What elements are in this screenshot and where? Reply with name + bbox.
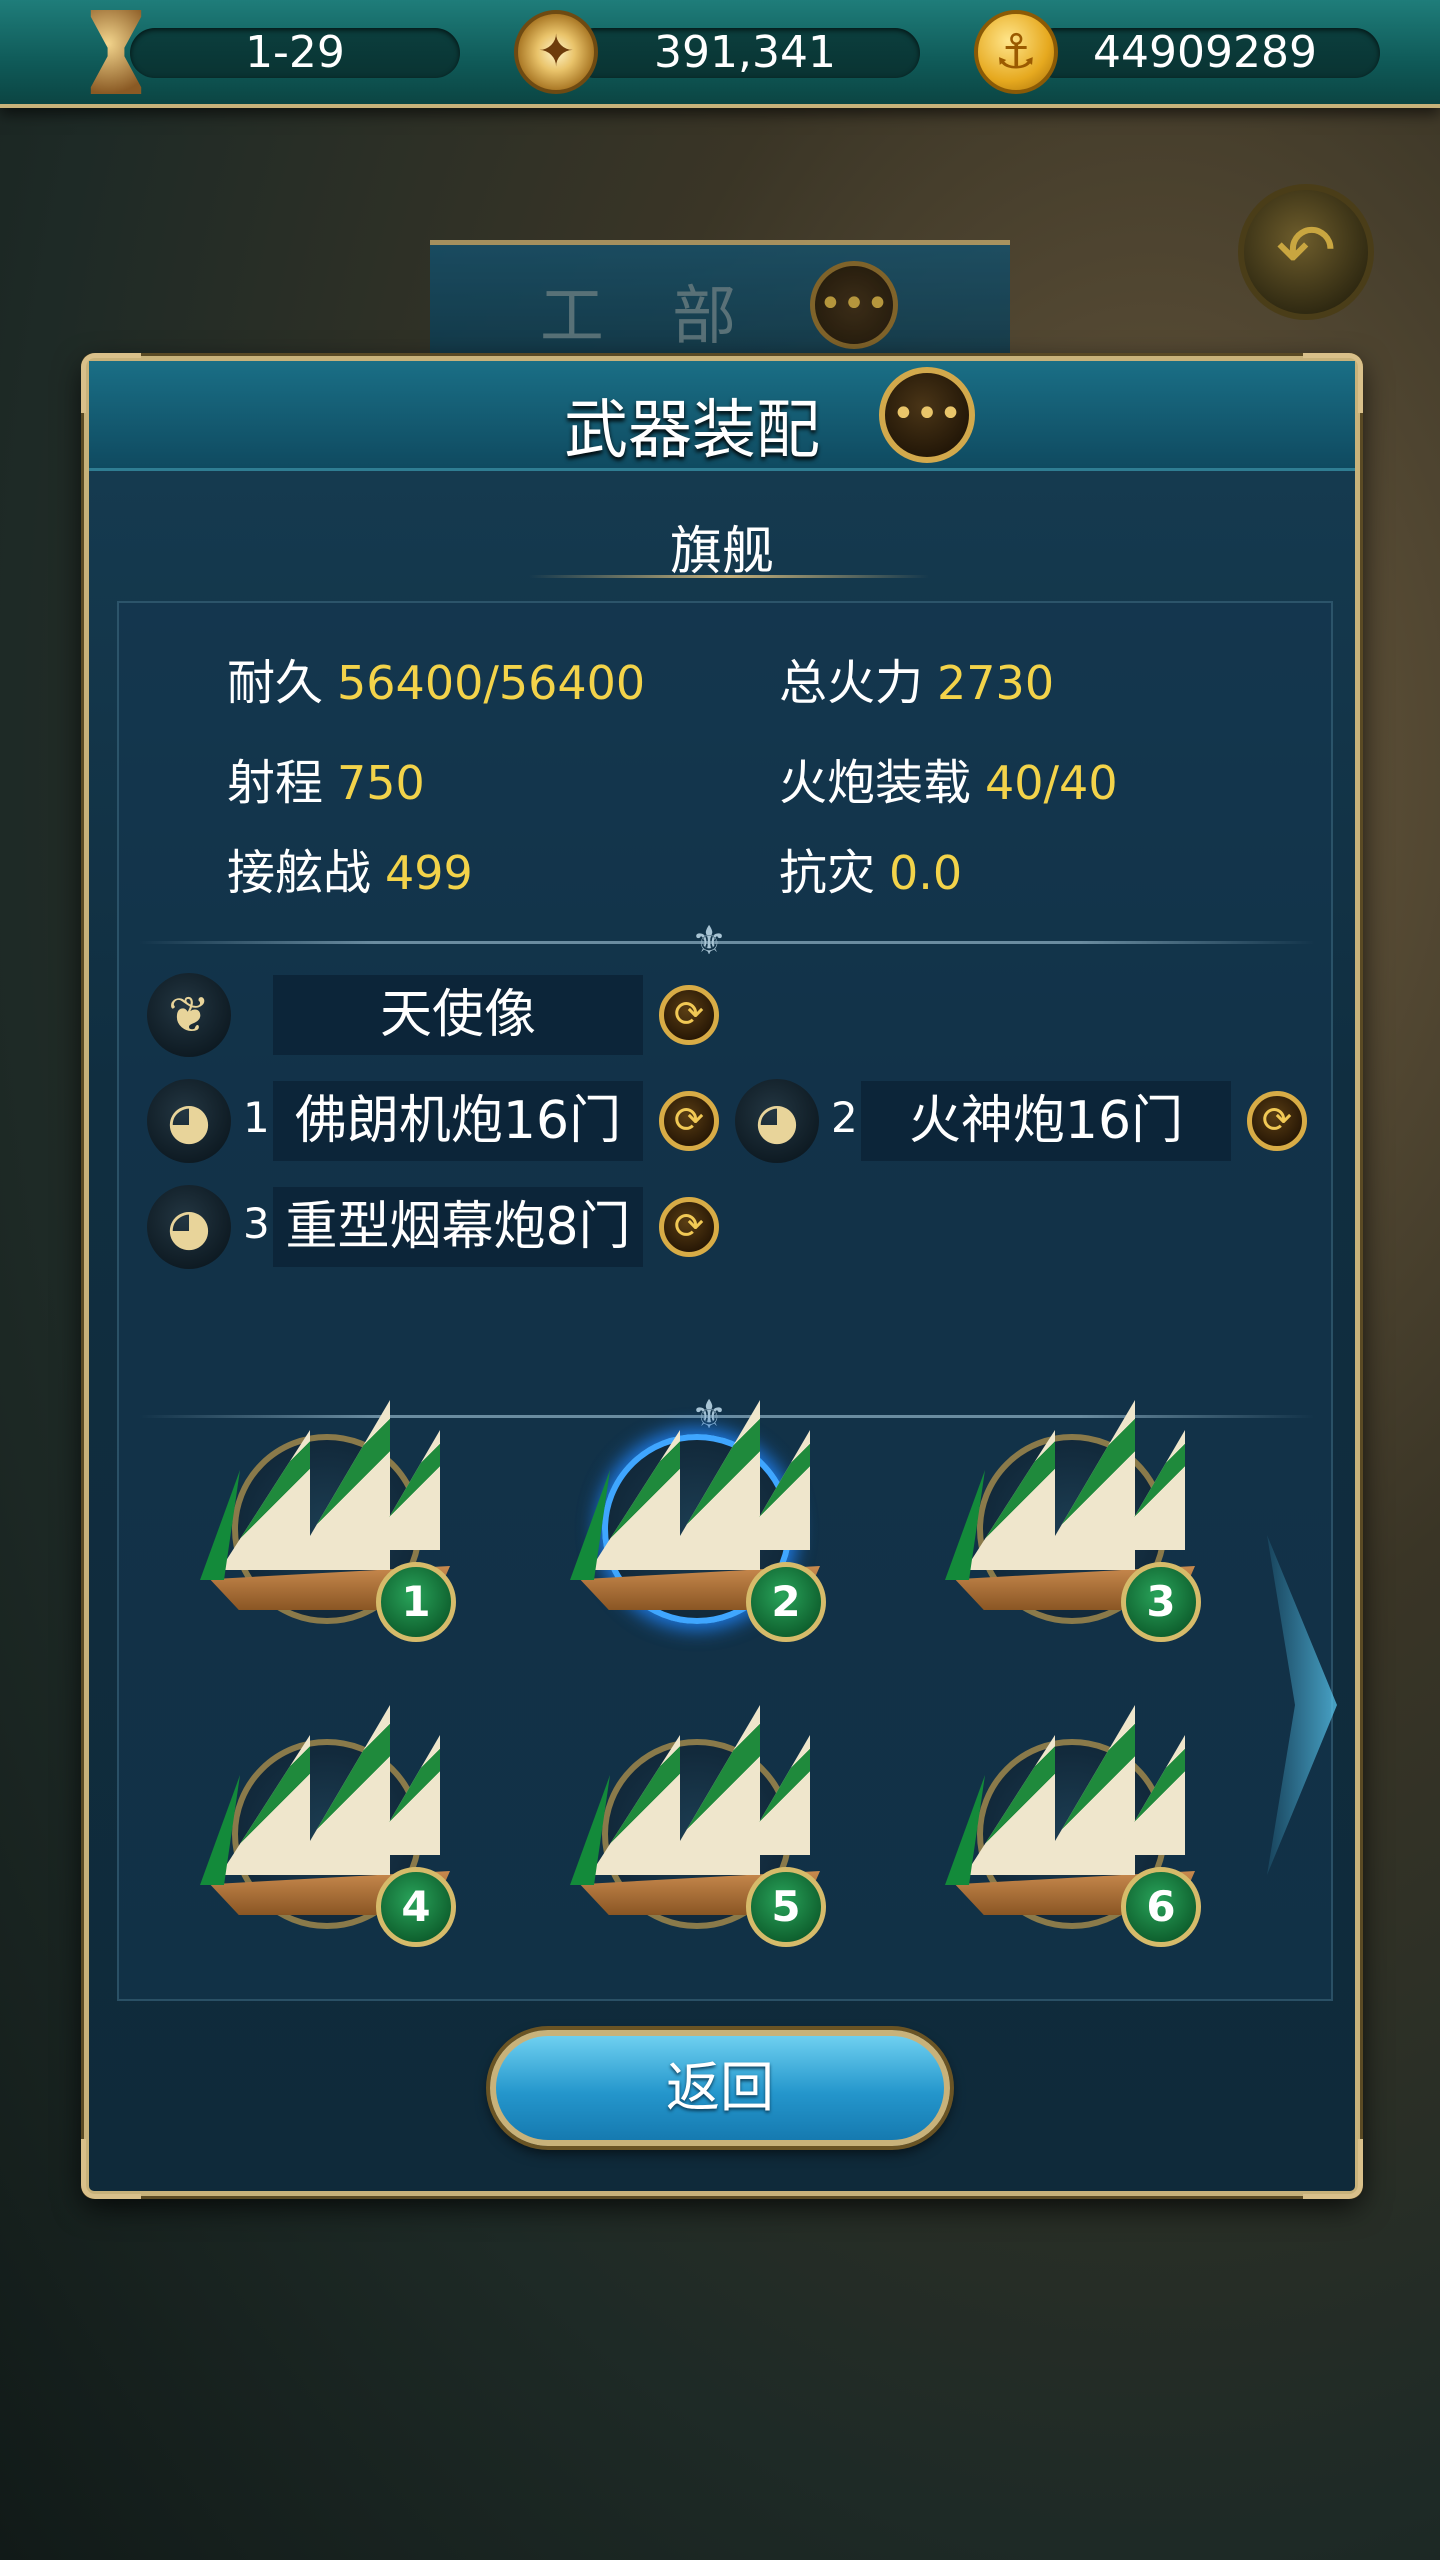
- cannon-slot-3[interactable]: 重型烟幕炮8门: [273, 1187, 643, 1267]
- back-arrow-icon[interactable]: ↶: [1238, 184, 1374, 320]
- corner-ornament: [81, 2139, 141, 2199]
- department-banner: 工 部 •••: [430, 240, 1010, 360]
- stat-range: 射程 750: [227, 743, 425, 813]
- stat-value: 56400/56400: [337, 656, 646, 710]
- ship-number-badge: 4: [376, 1867, 456, 1947]
- swap-cannon-3-button[interactable]: ⟳: [659, 1197, 719, 1257]
- figurehead-slot[interactable]: 天使像: [273, 975, 643, 1055]
- cannon-icon: ◕: [735, 1079, 819, 1163]
- ship-slot-4[interactable]: 4: [180, 1695, 480, 1955]
- compass-value: 391,341: [570, 28, 920, 78]
- corner-ornament: [1303, 2139, 1363, 2199]
- ship-slot-5[interactable]: 5: [550, 1695, 850, 1955]
- cannon-icon: ◕: [147, 1079, 231, 1163]
- stat-label: 接舷战: [227, 845, 372, 901]
- panel-title: 武器装配: [564, 394, 820, 468]
- stat-durability: 耐久 56400/56400: [227, 643, 645, 713]
- cannon-slot-1[interactable]: 佛朗机炮16门: [273, 1081, 643, 1161]
- ship-slot-3[interactable]: 3: [925, 1390, 1225, 1650]
- ship-slot-6[interactable]: 6: [925, 1695, 1225, 1955]
- stat-value: 40/40: [985, 756, 1118, 810]
- date-resource: 1-29: [70, 10, 470, 94]
- department-chat-icon[interactable]: •••: [810, 261, 898, 349]
- swap-cannon-1-button[interactable]: ⟳: [659, 1091, 719, 1151]
- stat-value: 750: [337, 756, 425, 810]
- stat-label: 抗灾: [779, 845, 876, 901]
- stat-value: 2730: [937, 656, 1055, 710]
- stat-label: 耐久: [227, 655, 324, 711]
- stat-disaster-resist: 抗灾 0.0: [779, 833, 962, 903]
- stat-value: 499: [385, 846, 473, 900]
- resource-bar: 1-29 391,341 ✦ 44909289 ⚓: [0, 0, 1440, 108]
- ship-number-badge: 1: [376, 1562, 456, 1642]
- stat-firepower: 总火力 2730: [779, 643, 1054, 713]
- date-value: 1-29: [130, 28, 460, 78]
- swap-figurehead-button[interactable]: ⟳: [659, 985, 719, 1045]
- subtitle-underline: [529, 575, 929, 578]
- stat-boarding: 接舷战 499: [227, 833, 473, 903]
- ship-number-badge: 3: [1121, 1562, 1201, 1642]
- chat-bubble-icon[interactable]: •••: [879, 367, 975, 463]
- ship-number-badge: 2: [746, 1562, 826, 1642]
- gold-coin-icon: ⚓: [974, 10, 1058, 94]
- cannon-slot-number: 2: [831, 1093, 858, 1142]
- swap-cannon-2-button[interactable]: ⟳: [1247, 1091, 1307, 1151]
- gold-value: 44909289: [1030, 28, 1380, 78]
- stat-label: 总火力: [779, 655, 924, 711]
- cannon-icon: ◕: [147, 1185, 231, 1269]
- ship-subtitle: 旗舰: [669, 522, 774, 582]
- gold-resource: 44909289 ⚓: [970, 10, 1390, 94]
- compass-resource: 391,341 ✦: [510, 10, 930, 94]
- angel-wing-icon: ❦: [147, 973, 231, 1057]
- stat-cannon-load: 火炮装载 40/40: [779, 743, 1118, 813]
- divider-ornament-icon: ⚜: [691, 918, 727, 964]
- ship-slot-2[interactable]: 2: [550, 1390, 850, 1650]
- cannon-slot-number: 1: [243, 1093, 270, 1142]
- cannon-slot-2[interactable]: 火神炮16门: [861, 1081, 1231, 1161]
- ship-slot-1[interactable]: 1: [180, 1390, 480, 1650]
- stat-label: 射程: [227, 755, 324, 811]
- cannon-slot-number: 3: [243, 1199, 270, 1248]
- ship-number-badge: 6: [1121, 1867, 1201, 1947]
- stat-label: 火炮装载: [779, 755, 972, 811]
- panel-header: 武器装配 •••: [89, 361, 1355, 471]
- stat-value: 0.0: [889, 846, 963, 900]
- compass-icon: ✦: [514, 10, 598, 94]
- department-title: 工 部: [539, 280, 761, 354]
- return-button[interactable]: 返回: [490, 2030, 950, 2146]
- ship-number-badge: 5: [746, 1867, 826, 1947]
